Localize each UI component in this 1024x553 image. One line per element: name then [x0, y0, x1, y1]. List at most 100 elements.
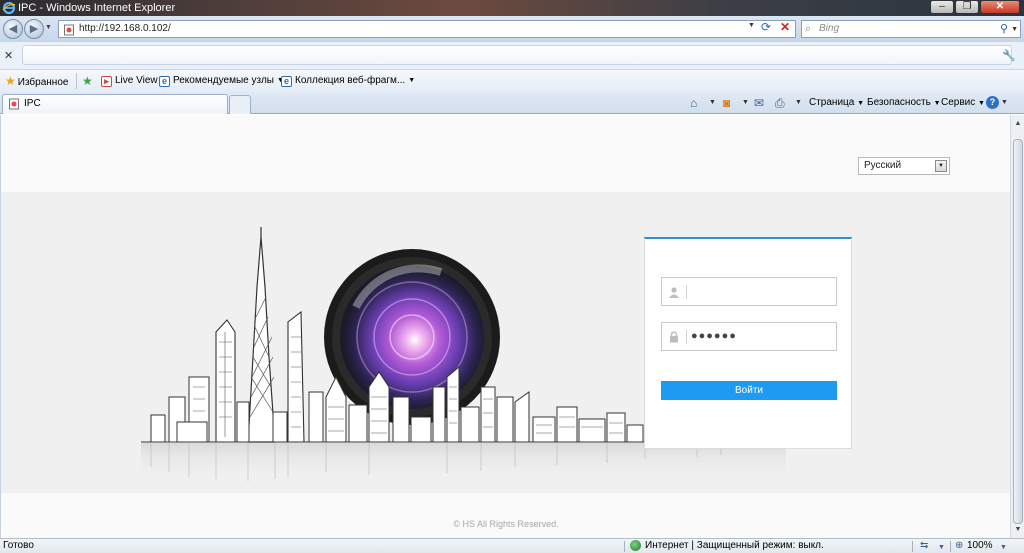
minimize-button[interactable]: –	[930, 0, 954, 14]
lock-icon	[670, 331, 678, 343]
popup-blocker-icon[interactable]: ⇆	[920, 539, 928, 553]
status-text: Готово	[3, 540, 34, 551]
ie-page-icon: e	[159, 76, 170, 87]
maximize-button[interactable]: ❐	[955, 0, 979, 14]
tab-row: IPC ⌂ ▼ ◙ ▼ ✉ ⎙ ▼ Страница ▼ Безопасност…	[0, 92, 1024, 114]
url-text: http://192.168.0.102/	[79, 23, 171, 34]
status-bar: Готово Интернет | Защищенный режим: выкл…	[0, 538, 1024, 553]
scrollbar-thumb[interactable]	[1013, 139, 1023, 524]
feeds-dropdown[interactable]: ▼	[742, 99, 749, 106]
scroll-up-icon[interactable]: ▲	[1011, 117, 1024, 131]
favorites-label: Избранное	[17, 77, 69, 88]
home-icon[interactable]: ⌂	[690, 96, 697, 110]
vertical-scrollbar[interactable]: ▲ ▼	[1010, 115, 1024, 538]
search-placeholder: Bing	[819, 23, 840, 34]
language-select[interactable]: Русский ▼	[858, 157, 950, 175]
print-icon[interactable]: ⎙	[775, 96, 785, 111]
window-title-bar: IPC - Windows Internet Explorer – ❐ ✕	[0, 0, 1024, 16]
home-dropdown[interactable]: ▼	[709, 99, 716, 106]
page-viewport: Русский ▼ ●●●●●● Войти © HS All Rights R…	[0, 115, 1010, 538]
page-footer: © HS All Rights Reserved.	[1, 493, 1010, 538]
field-divider	[686, 330, 687, 344]
toolbar-field[interactable]	[22, 45, 1012, 65]
favorites-bar: ★ Избранное ★ ▸ Live View e Рекомендуемые у…	[0, 70, 1024, 92]
copyright-text: © HS All Rights Reserved.	[453, 519, 559, 529]
favorite-link-label: Рекомендуемые узлы	[173, 75, 274, 86]
zoom-icon[interactable]: ⊕	[955, 539, 963, 553]
ie-page-icon: e	[281, 76, 292, 87]
chevron-down-icon: ▼	[935, 160, 947, 172]
favorite-link-web-slices[interactable]: e Коллекция веб-фрагм... ▼	[281, 74, 415, 88]
search-provider-icon: ⌕	[805, 23, 812, 35]
close-bar-icon[interactable]: ✕	[4, 49, 13, 62]
favorite-link-label: Коллекция веб-фрагм...	[295, 75, 406, 86]
page-icon	[9, 98, 19, 110]
page-icon	[64, 24, 74, 36]
ie-logo-icon	[2, 1, 16, 15]
safety-menu-label: Безопасность	[867, 97, 931, 108]
favorite-link-live-view[interactable]: ▸ Live View	[101, 74, 158, 88]
chevron-down-icon: ▼	[408, 77, 416, 84]
zoom-level[interactable]: 100%	[967, 539, 993, 553]
language-value: Русский	[864, 160, 902, 171]
live-view-icon: ▸	[101, 76, 112, 87]
user-icon	[669, 287, 679, 298]
favorites-button[interactable]: ★ Избранное	[5, 74, 68, 88]
chevron-down-icon: ▼	[978, 100, 985, 107]
favorite-link-label: Live View	[115, 75, 158, 86]
tab-label: IPC	[24, 98, 41, 109]
address-bar: ◀ ▶ ▼ http://192.168.0.102/ ▼ ⟳ ✕ ⌕ Bing…	[0, 16, 1024, 42]
toolbar-strip: ✕ 🔧	[0, 42, 1024, 70]
search-dropdown[interactable]: ▼	[1011, 26, 1018, 33]
search-icon[interactable]: ⚲	[1000, 22, 1008, 35]
mail-icon[interactable]: ✉	[754, 96, 764, 110]
print-dropdown[interactable]: ▼	[795, 99, 802, 106]
history-dropdown[interactable]: ▼	[45, 24, 52, 31]
forward-button[interactable]: ▶	[24, 19, 44, 39]
feeds-icon[interactable]: ◙	[723, 96, 730, 110]
search-field[interactable]: ⌕ Bing ⚲ ▼	[801, 20, 1021, 38]
favorite-link-suggested-sites[interactable]: eРекомендуемые узлы▼	[159, 74, 284, 88]
chevron-down-icon: ▼	[933, 100, 941, 107]
close-window-button[interactable]: ✕	[980, 0, 1020, 14]
favorites-separator	[76, 73, 77, 89]
refresh-icon[interactable]: ⟳	[758, 19, 774, 35]
help-icon[interactable]: ?	[986, 96, 999, 109]
page-menu[interactable]: Страница ▼	[809, 97, 864, 108]
chevron-down-icon[interactable]: ▼	[938, 541, 945, 553]
tab-ipc[interactable]: IPC	[2, 94, 228, 114]
status-separator	[912, 541, 913, 552]
stop-icon[interactable]: ✕	[777, 19, 793, 35]
safety-menu[interactable]: Безопасность ▼	[867, 97, 941, 108]
zoom-dropdown[interactable]: ▼	[1000, 541, 1007, 553]
login-panel: ●●●●●● Войти	[644, 237, 852, 449]
globe-icon	[630, 540, 641, 551]
password-field[interactable]: ●●●●●●	[661, 322, 837, 351]
url-field[interactable]: http://192.168.0.102/	[58, 20, 796, 38]
security-zone[interactable]: Интернет | Защищенный режим: выкл.	[645, 539, 824, 553]
tools-menu[interactable]: Сервис ▼	[941, 97, 985, 108]
chevron-down-icon: ▼	[857, 100, 865, 107]
page-menu-label: Страница	[809, 97, 855, 108]
window-controls: – ❐ ✕	[929, 0, 1020, 14]
back-icon: ◀	[8, 23, 18, 35]
new-tab-button[interactable]	[229, 95, 251, 114]
help-dropdown[interactable]: ▼	[1001, 99, 1008, 106]
status-separator	[624, 541, 625, 552]
window-title: IPC - Windows Internet Explorer	[18, 2, 176, 14]
login-button[interactable]: Войти	[661, 381, 837, 400]
back-button[interactable]: ◀	[3, 19, 23, 39]
username-field[interactable]	[661, 277, 837, 306]
star-icon: ★	[5, 74, 16, 88]
password-value: ●●●●●●	[691, 330, 737, 342]
url-dropdown[interactable]: ▼	[748, 22, 755, 29]
add-favorite-icon: ★	[82, 74, 93, 88]
wrench-icon[interactable]: 🔧	[1002, 49, 1016, 62]
page-header: Русский ▼	[1, 115, 1010, 192]
forward-icon: ▶	[29, 23, 39, 35]
status-separator	[950, 541, 951, 552]
scroll-down-icon[interactable]: ▼	[1011, 523, 1024, 537]
tools-menu-label: Сервис	[941, 97, 976, 108]
field-divider	[686, 285, 687, 299]
add-favorite-button[interactable]: ★	[82, 74, 95, 88]
